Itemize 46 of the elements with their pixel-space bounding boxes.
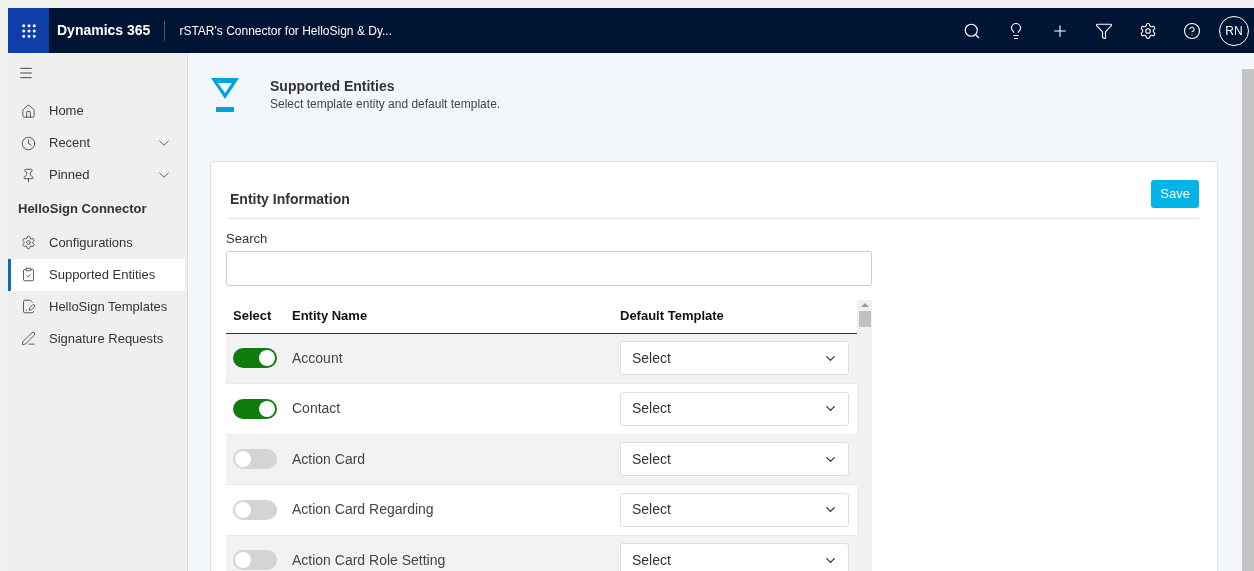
entity-name: Action Card Regarding bbox=[292, 500, 435, 520]
search-label: Search bbox=[226, 230, 269, 248]
sidebar-section-title: HelloSign Connector bbox=[17, 200, 148, 218]
column-header: Entity Name bbox=[292, 307, 369, 326]
column-header: Select bbox=[232, 307, 273, 326]
nav-item[interactable]: Pinned bbox=[8, 159, 185, 191]
toggle-switch[interactable] bbox=[233, 398, 277, 419]
pin-icon bbox=[21, 167, 36, 183]
clock-icon bbox=[21, 135, 36, 151]
settings-icon bbox=[21, 235, 36, 250]
logo-icon bbox=[210, 77, 240, 113]
nav-item[interactable]: Configurations bbox=[8, 226, 185, 259]
nav-item[interactable]: Recent bbox=[8, 127, 185, 159]
entity-name: Action Card bbox=[292, 449, 367, 469]
page-subtitle: Select template entity and default template. bbox=[270, 96, 501, 113]
app-launcher-button[interactable] bbox=[8, 8, 49, 53]
column-header: Default Template bbox=[620, 307, 724, 326]
page-title: Supported Entities bbox=[270, 77, 396, 95]
nav-item[interactable]: Home bbox=[8, 95, 185, 127]
entity-name: Action Card Role Setting bbox=[292, 550, 447, 570]
app-title: rSTAR's Connector for HelloSign & Dy... bbox=[179, 22, 392, 40]
card-title: Entity Information bbox=[230, 190, 350, 209]
template-dropdown[interactable]: Select bbox=[620, 543, 849, 571]
toggle-switch[interactable] bbox=[233, 550, 277, 571]
entity-name: Contact bbox=[292, 399, 342, 419]
template-dropdown[interactable]: Select bbox=[620, 391, 849, 426]
scrollbar[interactable] bbox=[857, 299, 872, 571]
toggle-switch[interactable] bbox=[233, 449, 277, 470]
home-icon bbox=[21, 103, 36, 119]
entity-name: Account bbox=[292, 348, 344, 368]
page-scrollbar[interactable] bbox=[1242, 69, 1254, 571]
nav-item[interactable]: Supported Entities bbox=[8, 258, 185, 291]
app-name: Dynamics 365 bbox=[57, 21, 151, 40]
menu-icon[interactable] bbox=[18, 65, 34, 81]
waffle-icon bbox=[19, 21, 38, 40]
toggle-switch[interactable] bbox=[233, 348, 277, 369]
nav-item[interactable]: HelloSign Templates bbox=[8, 290, 185, 323]
template-dropdown[interactable]: Select bbox=[620, 442, 849, 477]
clipboard-icon bbox=[21, 267, 36, 282]
signature-icon bbox=[21, 331, 36, 346]
template-dropdown[interactable]: Select bbox=[620, 341, 849, 376]
search-field[interactable] bbox=[226, 250, 872, 286]
toggle-switch[interactable] bbox=[233, 499, 277, 520]
document-icon bbox=[21, 299, 36, 314]
template-dropdown[interactable]: Select bbox=[620, 492, 849, 527]
nav-item[interactable]: Signature Requests bbox=[8, 322, 185, 355]
